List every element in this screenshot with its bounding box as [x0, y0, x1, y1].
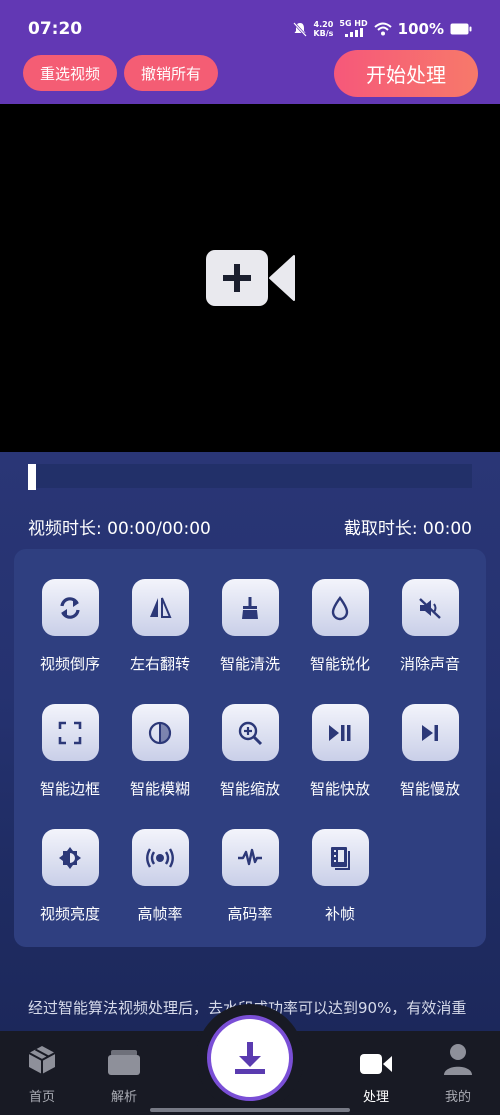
- tool-smart-blur[interactable]: 智能模糊: [115, 704, 205, 799]
- tool-remove-audio[interactable]: 消除声音: [385, 579, 475, 674]
- tool-label: 消除声音: [399, 655, 460, 673]
- drop-icon: [311, 579, 369, 636]
- tool-high-bitrate[interactable]: 高码率: [205, 829, 295, 924]
- broadcast-icon: [131, 829, 189, 886]
- frame-icon: [41, 704, 99, 761]
- tool-label: 高码率: [227, 905, 273, 923]
- clip-duration: 截取时长: 00:00: [343, 519, 472, 539]
- film-icon: [311, 829, 369, 886]
- add-video-icon[interactable]: [206, 250, 296, 306]
- tool-frame-interpolation[interactable]: 补帧: [295, 829, 385, 924]
- reverse-icon: [41, 579, 99, 636]
- tool-smart-border[interactable]: 智能边框: [25, 704, 115, 799]
- download-button[interactable]: [207, 1015, 293, 1101]
- tool-label: 补帧: [324, 905, 355, 923]
- skip-next-icon: [401, 704, 459, 761]
- tool-mirror-flip[interactable]: 左右翻转: [115, 579, 205, 674]
- tool-smart-sharpen[interactable]: 智能锐化: [295, 579, 385, 674]
- start-processing-button[interactable]: 开始处理: [334, 50, 478, 97]
- broom-icon: [221, 579, 279, 636]
- reselect-video-button[interactable]: 重选视频: [23, 55, 117, 91]
- tool-smart-clean[interactable]: 智能清洗: [205, 579, 295, 674]
- folder-icon: [108, 1050, 140, 1075]
- tool-label: 智能模糊: [129, 780, 190, 798]
- wifi-icon: [373, 22, 392, 36]
- tool-video-reverse[interactable]: 视频倒序: [25, 579, 115, 674]
- status-indicators: 4.20 KB/s 5G HD 100%: [293, 19, 472, 39]
- tool-label: 智能快放: [309, 780, 370, 798]
- tool-label: 视频亮度: [39, 905, 100, 923]
- tool-label: 智能慢放: [399, 780, 460, 798]
- flip-icon: [131, 579, 189, 636]
- tool-label: 智能边框: [39, 780, 100, 798]
- tool-label: 智能缩放: [219, 780, 280, 798]
- brightness-icon: [41, 829, 99, 886]
- tool-smart-zoom[interactable]: 智能缩放: [205, 704, 295, 799]
- nav-label: 我的: [444, 1090, 471, 1105]
- play-pause-icon: [311, 704, 369, 761]
- nav-label: 首页: [28, 1090, 55, 1105]
- mute-icon: [401, 579, 459, 636]
- home-indicator[interactable]: [150, 1108, 350, 1112]
- signal-indicator: 5G HD: [339, 19, 368, 39]
- status-time: 07:20: [28, 19, 83, 39]
- silent-bell-icon: [293, 21, 308, 37]
- waveform-icon: [221, 829, 279, 886]
- battery-icon: [450, 23, 472, 35]
- nav-mine[interactable]: 我的: [428, 1040, 488, 1105]
- nav-parse[interactable]: 解析: [94, 1040, 154, 1105]
- tool-label: 智能清洗: [219, 655, 280, 673]
- signal-bars-icon: [344, 28, 363, 37]
- tool-label: 高帧率: [137, 905, 183, 923]
- tool-smart-fast[interactable]: 智能快放: [295, 704, 385, 799]
- blur-icon: [131, 704, 189, 761]
- home-cube-icon: [28, 1046, 56, 1074]
- zoom-icon: [221, 704, 279, 761]
- tool-brightness[interactable]: 视频亮度: [25, 829, 115, 924]
- tool-label: 左右翻转: [129, 655, 190, 673]
- nav-label: 解析: [110, 1090, 137, 1105]
- download-icon: [235, 1042, 265, 1074]
- tool-smart-slow[interactable]: 智能慢放: [385, 704, 475, 799]
- nav-process[interactable]: 处理: [346, 1040, 406, 1105]
- nav-label: 处理: [362, 1090, 389, 1105]
- tool-label: 视频倒序: [39, 655, 100, 673]
- progress-track[interactable]: [28, 464, 472, 488]
- tool-high-framerate[interactable]: 高帧率: [115, 829, 205, 924]
- battery-level: 100%: [397, 20, 444, 38]
- nav-home[interactable]: 首页: [12, 1040, 72, 1105]
- net-speed: 4.20 KB/s: [313, 20, 334, 38]
- undo-all-button[interactable]: 撤销所有: [124, 55, 218, 91]
- user-icon: [444, 1044, 472, 1075]
- progress-handle[interactable]: [28, 464, 36, 490]
- status-bar: 07:20 4.20 KB/s 5G HD 100%: [0, 0, 500, 56]
- video-duration: 视频时长: 00:00/00:00: [28, 519, 211, 539]
- video-camera-icon: [360, 1054, 392, 1074]
- tool-label: 智能锐化: [309, 655, 370, 673]
